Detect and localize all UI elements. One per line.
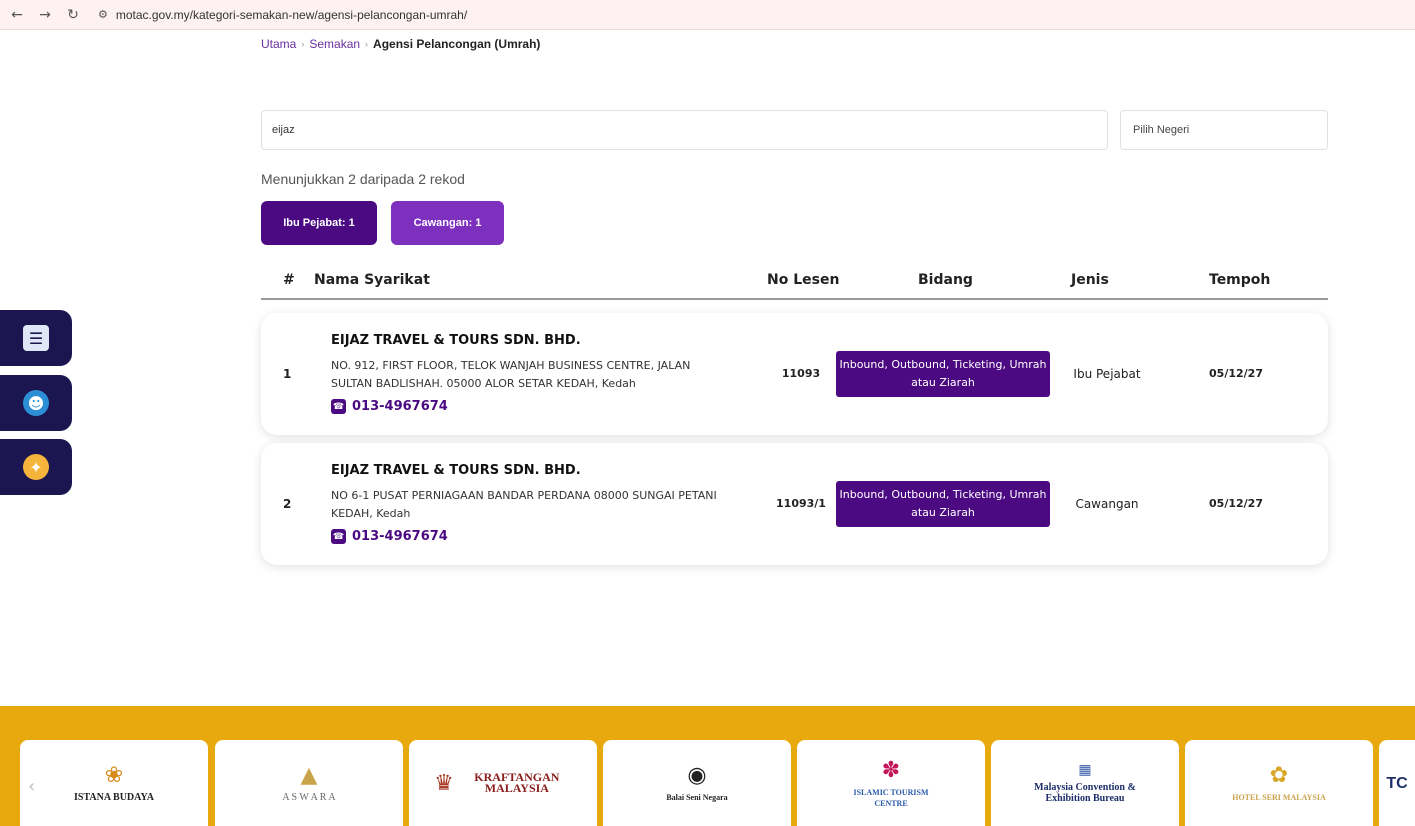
kraftangan-icon: ♛ [434, 770, 454, 796]
row-number: 2 [283, 497, 292, 511]
aswara-icon: ▲ [300, 763, 318, 788]
itc-icon: ✽ [881, 757, 901, 783]
logo-islamic-tourism[interactable]: ✽ ISLAMIC TOURISM CENTRE [797, 740, 985, 826]
phone-number: 013-4967674 [352, 399, 448, 414]
side-checklist-button[interactable]: ☰ [0, 310, 72, 366]
logo-balai-seni[interactable]: ◉ Balai Seni Negara [603, 740, 791, 826]
header-num: # [283, 272, 295, 288]
breadcrumb-semakan[interactable]: Semakan [309, 37, 360, 51]
carousel-prev-icon[interactable]: ‹ [28, 776, 35, 797]
eye-icon: ◉ [687, 763, 707, 788]
table-row: 1 EIJAZ TRAVEL & TOURS SDN. BHD. NO. 912… [261, 313, 1328, 435]
phone-icon: ☎ [331, 399, 346, 414]
breadcrumb-home[interactable]: Utama [261, 37, 296, 51]
social-media-icon: ✦ [23, 454, 49, 480]
filter-branch-button[interactable]: Cawangan: 1 [391, 201, 504, 245]
side-social-button[interactable]: ✦ [0, 439, 72, 495]
filter-hq-button[interactable]: Ibu Pejabat: 1 [261, 201, 377, 245]
company-address: NO. 912, FIRST FLOOR, TELOK WANJAH BUSIN… [331, 359, 691, 390]
lotus-icon: ❀ [104, 763, 124, 788]
type-text: Cawangan [1075, 497, 1139, 511]
header-name: Nama Syarikat [314, 272, 430, 288]
company-name: EIJAZ TRAVEL & TOURS SDN. BHD. [331, 333, 581, 348]
company-address: NO 6-1 PUSAT PERNIAGAAN BANDAR PERDANA 0… [331, 489, 717, 520]
phone-number: 013-4967674 [352, 529, 448, 544]
checklist-icon: ☰ [23, 325, 49, 351]
license-number: 11093/1 [776, 497, 826, 510]
results-count: Menunjukkan 2 daripada 2 rekod [261, 171, 465, 187]
header-type: Jenis [1071, 272, 1109, 288]
logo-myceb[interactable]: ▦ Malaysia Convention & Exhibition Burea… [991, 740, 1179, 826]
table-header: # Nama Syarikat No Lesen Bidang Jenis Te… [261, 262, 1328, 300]
chevron-right-icon: › [365, 39, 369, 49]
logo-istana-budaya[interactable]: ❀ ISTANA BUDAYA [20, 740, 208, 826]
logo-aswara[interactable]: ▲ A S W A R A [215, 740, 403, 826]
header-license: No Lesen [767, 272, 840, 288]
state-select[interactable]: Pilih Negeri [1120, 110, 1328, 150]
flower-icon: ✿ [1269, 763, 1289, 788]
table-row: 2 EIJAZ TRAVEL & TOURS SDN. BHD. NO 6-1 … [261, 443, 1328, 565]
url-text: motac.gov.my/kategori-semakan-new/agensi… [115, 7, 468, 22]
expiry-date: 05/12/27 [1209, 497, 1263, 510]
breadcrumb: Utama › Semakan › Agensi Pelancongan (Um… [261, 37, 540, 51]
company-name: EIJAZ TRAVEL & TOURS SDN. BHD. [331, 463, 581, 478]
header-field: Bidang [918, 272, 973, 288]
phone-icon: ☎ [331, 529, 346, 544]
reload-icon[interactable]: ↻ [62, 4, 84, 26]
phone-link[interactable]: ☎ 013-4967674 [331, 529, 448, 544]
row-number: 1 [283, 367, 292, 381]
breadcrumb-current: Agensi Pelancongan (Umrah) [373, 37, 541, 51]
expiry-date: 05/12/27 [1209, 367, 1263, 380]
logo-partial[interactable]: TC [1379, 740, 1415, 826]
field-badge: Inbound, Outbound, Ticketing, Umrah atau… [836, 481, 1050, 527]
header-expiry: Tempoh [1209, 272, 1271, 288]
address-bar[interactable]: ⚙ motac.gov.my/kategori-semakan-new/agen… [98, 4, 467, 26]
myceb-icon: ▦ [1078, 762, 1092, 778]
support-agent-icon: ☻ [23, 390, 49, 416]
back-icon[interactable]: ← [6, 4, 28, 26]
site-settings-icon[interactable]: ⚙ [98, 8, 108, 21]
phone-link[interactable]: ☎ 013-4967674 [331, 399, 448, 414]
license-number: 11093 [781, 367, 821, 380]
field-badge: Inbound, Outbound, Ticketing, Umrah atau… [836, 351, 1050, 397]
type-text: Ibu Pejabat [1073, 367, 1141, 381]
forward-icon[interactable]: → [34, 4, 56, 26]
side-support-button[interactable]: ☻ [0, 375, 72, 431]
logo-kraftangan[interactable]: ♛ KRAFTANGAN MALAYSIA [409, 740, 597, 826]
logo-hotel-seri[interactable]: ✿ HOTEL SERI MALAYSIA [1185, 740, 1373, 826]
browser-toolbar: ← → ↻ ⚙ motac.gov.my/kategori-semakan-ne… [0, 0, 1415, 30]
chevron-right-icon: › [301, 39, 305, 49]
search-input[interactable]: eijaz [261, 110, 1108, 150]
